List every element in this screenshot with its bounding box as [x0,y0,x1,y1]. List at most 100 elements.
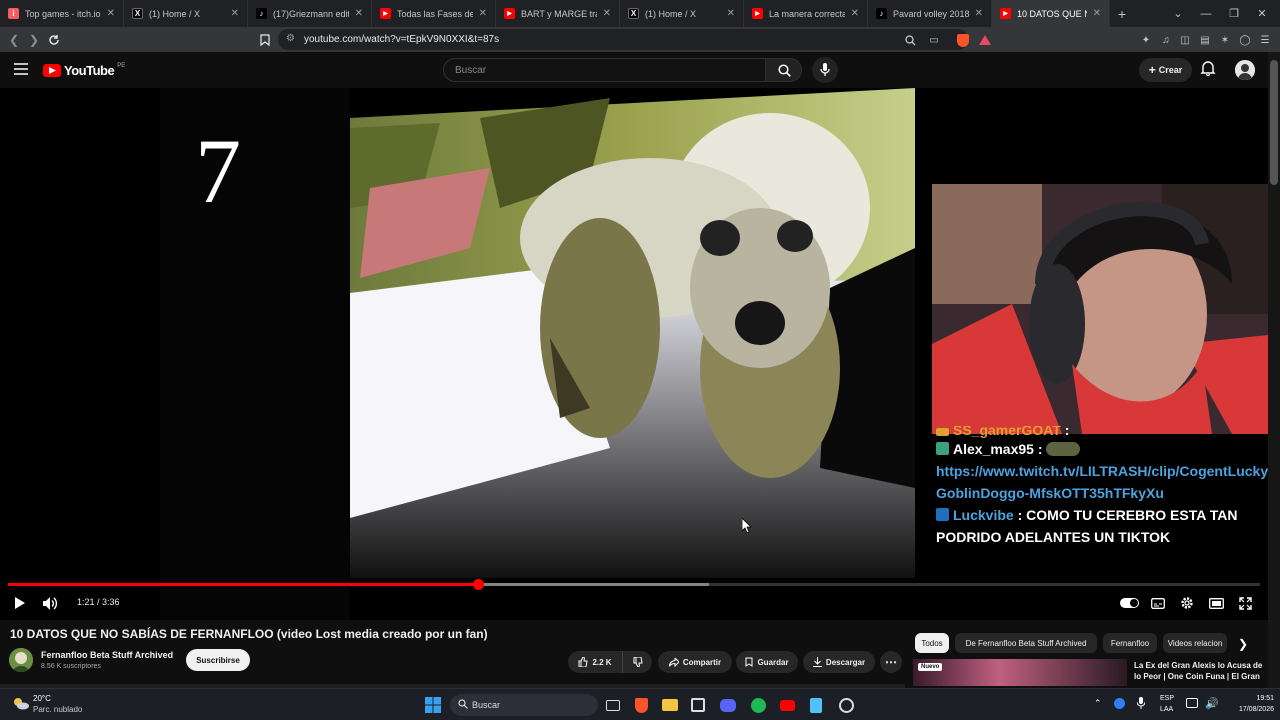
address-bar[interactable]: ⚙ youtube.com/watch?v=tEpkV9N0XXI&t=87s [278,29,968,50]
windows-start-icon[interactable] [423,695,443,715]
user-avatar[interactable] [1235,60,1255,80]
clock-time[interactable]: 19:51 [1246,695,1274,702]
leo-ai-icon[interactable]: ✶ [1217,32,1233,48]
back-arrow-icon[interactable]: ❮ [4,30,24,50]
cast-icon[interactable]: ▭ [926,32,942,48]
brave-shield-icon[interactable] [955,32,971,48]
browser-tab[interactable]: ♪ (17)Griezmann edit: best ✕ [248,0,372,27]
search-button[interactable] [766,58,802,82]
youtube-logo[interactable]: YouTube PE [43,63,125,78]
close-tab-icon[interactable]: ✕ [479,8,487,19]
tray-chevron-up-icon[interactable]: ⌃ [1094,698,1102,709]
close-tab-icon[interactable]: ✕ [231,8,239,19]
filter-chip-related[interactable]: Videos relacion [1163,633,1227,653]
video-player[interactable]: 7 SS_gamerGOAT: Alex_max95: https://ww… [0,88,1268,620]
weather-description[interactable]: Parc. nublado [33,705,82,714]
subtitles-icon[interactable] [1148,593,1168,613]
create-button[interactable]: + Crear [1139,58,1192,82]
volume-icon[interactable] [40,593,60,613]
browser-tab[interactable]: X (1) Home / X ✕ [124,0,248,27]
filter-chip-channel[interactable]: De Fernanfloo Beta Stuff Archived [955,633,1097,653]
close-tab-icon[interactable]: ✕ [1093,8,1101,19]
new-tab-button[interactable]: + [1110,6,1134,22]
reload-icon[interactable] [44,30,64,50]
minimize-button[interactable]: — [1192,0,1220,27]
autoplay-toggle[interactable] [1119,593,1139,613]
zoom-icon[interactable] [902,32,918,48]
media-icon[interactable]: ♫ [1158,32,1174,48]
more-actions-icon[interactable]: ⋯ [880,651,902,673]
tray-app-icon[interactable] [1114,698,1125,709]
share-button[interactable]: Compartir [658,651,732,673]
close-tab-icon[interactable]: ✕ [851,8,859,19]
dislike-button[interactable] [622,651,652,673]
recommendation-title[interactable]: La Ex del Gran Alexis lo Acusa de lo Peo… [1134,660,1264,682]
sidebar-icon[interactable]: ◫ [1177,32,1193,48]
file-explorer-icon[interactable] [660,695,680,715]
brave-rewards-icon[interactable] [977,32,993,48]
keyboard-layout[interactable]: LAA [1160,706,1173,713]
chevron-right-icon[interactable]: ❯ [1238,637,1248,651]
weather-cloud-icon[interactable] [12,696,30,710]
taskbar-search[interactable]: Buscar [450,694,598,716]
channel-avatar[interactable] [9,648,33,672]
clock-date[interactable]: 17/08/2026 [1228,706,1274,713]
extensions-icon[interactable]: ✦ [1138,32,1154,48]
like-button[interactable]: 2.2 K [568,651,622,673]
weather-temperature[interactable]: 20°C [33,694,51,703]
save-button[interactable]: Guardar [736,651,798,673]
input-language[interactable]: ESP [1160,695,1174,702]
search-input[interactable]: Buscar [443,58,766,82]
subscribe-button[interactable]: Suscribirse [186,649,250,671]
chat-link[interactable]: https://www.twitch.tv/LILTRASH/clip/Coge… [932,460,1268,504]
voice-search-button[interactable] [812,57,838,83]
browser-tab[interactable]: ♪ Pavard volley 2018 goal ✕ [868,0,992,27]
notifications-bell-icon[interactable] [1200,60,1220,80]
task-view-icon[interactable] [603,695,623,715]
tray-mic-icon[interactable] [1137,697,1145,710]
url-text: youtube.com/watch?v=tEpkV9N0XXI&t=87s [304,34,500,45]
progress-bar[interactable] [8,579,1260,590]
theater-mode-icon[interactable] [1206,593,1226,613]
vpn-icon[interactable]: ◯ [1237,32,1253,48]
close-tab-icon[interactable]: ✕ [727,8,735,19]
hamburger-menu-icon[interactable] [14,63,28,75]
browser-tab[interactable]: ▶ La manera correcta para ✕ [744,0,868,27]
youtube-app-icon[interactable] [777,695,797,715]
discord-icon[interactable] [718,695,738,715]
close-tab-icon[interactable]: ✕ [355,8,363,19]
settings-gear-icon[interactable] [1177,593,1197,613]
play-button[interactable] [9,593,29,613]
close-window-button[interactable]: ✕ [1248,0,1276,27]
wallet-icon[interactable]: ▤ [1197,32,1213,48]
recommendation-thumbnail[interactable] [913,659,1127,686]
close-tab-icon[interactable]: ✕ [603,8,611,19]
browser-tab[interactable]: ▶ Todas las Fases de Osaka ✕ [372,0,496,27]
notepad-icon[interactable] [806,695,826,715]
download-button[interactable]: Descargar [803,651,875,673]
tab-list-chevron-icon[interactable]: ⌄ [1164,0,1192,27]
close-tab-icon[interactable]: ✕ [107,8,115,19]
browser-tab[interactable]: X (1) Home / X ✕ [620,0,744,27]
filter-chip-all[interactable]: Todos [915,633,949,653]
bookmark-icon[interactable] [255,30,275,50]
menu-icon[interactable]: ☰ [1257,32,1273,48]
browser-tab[interactable]: i Top games - itch.io ✕ [0,0,124,27]
site-info-icon[interactable]: ⚙ [286,33,295,44]
spotify-icon[interactable] [748,695,768,715]
scrollbar-thumb[interactable] [1270,60,1278,185]
progress-scrubber-handle[interactable] [472,579,484,590]
steam-icon[interactable] [836,695,856,715]
channel-name[interactable]: Fernanfloo Beta Stuff Archived [41,650,173,660]
browser-tab[interactable]: ▶ BART y MARGE traicionan ✕ [496,0,620,27]
speaker-icon[interactable]: 🔊 [1205,697,1219,710]
fullscreen-icon[interactable] [1235,593,1255,613]
maximize-button[interactable]: ❐ [1220,0,1248,27]
network-icon[interactable] [1186,698,1198,708]
forward-arrow-icon[interactable]: ❯ [24,30,44,50]
snipping-tool-icon[interactable] [688,695,708,715]
brave-browser-icon[interactable] [631,695,651,715]
browser-tab[interactable]: ▶ 10 DATOS QUE N ✕ [992,0,1110,27]
close-tab-icon[interactable]: ✕ [975,8,983,19]
filter-chip-fernanfloo[interactable]: Fernanfloo [1103,633,1157,653]
